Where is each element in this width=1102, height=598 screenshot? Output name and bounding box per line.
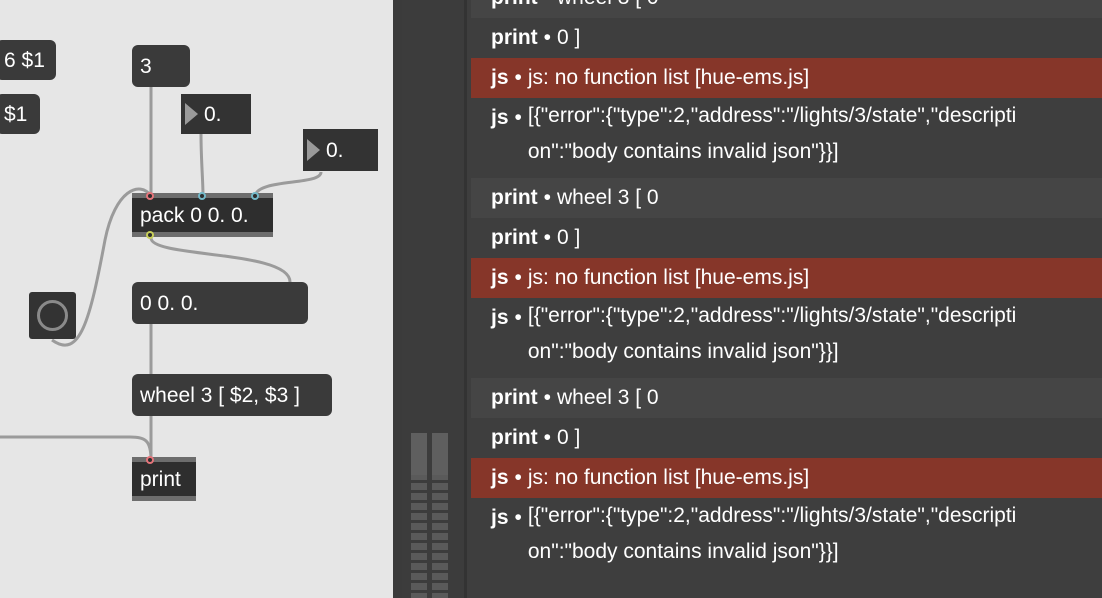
console-row[interactable]: print • wheel 3 [ 0 <box>471 0 1102 18</box>
console-separator: • <box>514 506 522 529</box>
console-row[interactable]: js • [{"error":{"type":2,"address":"/light… <box>471 298 1102 378</box>
console-error-row[interactable]: js • js: no function list [hue-ems.js] <box>471 58 1102 98</box>
message-text: $1 <box>4 102 28 126</box>
message-box-partial-1[interactable]: 6 $1 <box>0 40 56 80</box>
console-message: 0 ] <box>557 26 581 49</box>
console-message: js: no function list [hue-ems.js] <box>527 66 810 89</box>
object-text: print <box>140 467 181 491</box>
console-object-name: print <box>491 386 538 409</box>
print-inlet[interactable] <box>146 456 154 464</box>
pack-inlet-2[interactable] <box>198 192 206 200</box>
console-message: js: no function list [hue-ems.js] <box>527 266 810 289</box>
pack-inlet-3[interactable] <box>251 192 259 200</box>
message-text: 0 0. 0. <box>140 291 199 315</box>
console-error-row[interactable]: js • js: no function list [hue-ems.js] <box>471 258 1102 298</box>
console-object-name: print <box>491 186 538 209</box>
message-box-list[interactable]: 0 0. 0. <box>132 282 308 324</box>
pack-inlet-1[interactable] <box>146 192 154 200</box>
console-object-name: js <box>491 66 509 89</box>
console-object-name: print <box>491 26 538 49</box>
console-object-name: js <box>491 506 509 529</box>
cord-left-to-print <box>0 435 153 461</box>
console-separator: • <box>543 186 552 209</box>
console-row[interactable]: print • 0 ] <box>471 218 1102 258</box>
console-object-name: js <box>491 306 509 329</box>
console-separator: • <box>543 226 552 249</box>
console-row[interactable]: js • [{"error":{"type":2,"address":"/light… <box>471 498 1102 578</box>
object-text: pack 0 0. 0. <box>140 203 249 227</box>
toggle-ring-icon <box>37 300 68 331</box>
console-message: [{"error":{"type":2,"address":"/lights/3… <box>527 104 1017 163</box>
console-separator: • <box>514 106 522 129</box>
console-object-name: print <box>491 0 538 10</box>
console-separator: • <box>514 306 522 329</box>
level-meter-right <box>432 433 448 598</box>
message-box-wheel[interactable]: wheel 3 [ $2, $3 ] <box>132 374 332 416</box>
message-text: 6 $1 <box>4 48 45 72</box>
console-object-name: print <box>491 226 538 249</box>
number-value: 0. <box>326 138 344 162</box>
message-box-3[interactable]: 3 <box>132 45 190 87</box>
panel-divider[interactable] <box>393 0 402 598</box>
console-object-name: js <box>491 266 509 289</box>
console-message: [{"error":{"type":2,"address":"/lights/3… <box>527 504 1017 563</box>
console-row[interactable]: print•wheel 3 [ 0 <box>471 178 1102 218</box>
console-message: wheel 3 [ 0 <box>557 0 659 10</box>
console-message: 0 ] <box>557 426 581 449</box>
console-row[interactable]: print • 0 ] <box>471 418 1102 458</box>
console-message: wheel 3 [ 0 <box>557 386 659 409</box>
message-text: wheel 3 [ $2, $3 ] <box>140 383 300 407</box>
float-number-box-2[interactable]: 0. <box>303 129 378 171</box>
console-error-row[interactable]: js • js: no function list [hue-ems.js] <box>471 458 1102 498</box>
cord-number1-to-pack <box>199 133 205 197</box>
print-object[interactable]: print <box>132 457 196 501</box>
number-value: 0. <box>204 102 222 126</box>
console-row[interactable]: js • [{"error":{"type":2,"address":"/light… <box>471 98 1102 178</box>
level-meter-left <box>411 433 427 598</box>
console-message: wheel 3 [ 0 <box>557 186 659 209</box>
number-triangle-icon <box>185 103 198 125</box>
console-separator: • <box>544 0 551 10</box>
number-triangle-icon <box>307 139 320 161</box>
console-message: js: no function list [hue-ems.js] <box>527 466 810 489</box>
toggle[interactable] <box>29 292 76 339</box>
console-object-name: print <box>491 426 538 449</box>
patcher-canvas[interactable]: 6 $1 $1 3 0. 0. pack 0 0. 0. 0 0. 0. whe… <box>0 0 393 598</box>
console-row[interactable]: print • 0 ] <box>471 18 1102 58</box>
console-message: 0 ] <box>557 226 581 249</box>
console-object-name: js <box>491 466 509 489</box>
console-separator: • <box>543 386 552 409</box>
console-message: [{"error":{"type":2,"address":"/lights/3… <box>527 304 1017 363</box>
max-console[interactable]: print•wheel 3 [ 0print•0 ]js•js: no func… <box>464 0 1102 598</box>
cord-pack-to-list <box>149 237 292 283</box>
pack-outlet[interactable] <box>146 231 154 239</box>
console-separator: • <box>543 426 552 449</box>
console-separator: • <box>514 66 522 89</box>
console-separator: • <box>514 266 522 289</box>
float-number-box-1[interactable]: 0. <box>181 94 251 134</box>
console-separator: • <box>514 466 522 489</box>
level-meter-panel <box>402 0 464 598</box>
console-object-name: js <box>491 106 509 129</box>
message-text: 3 <box>140 54 152 78</box>
console-row[interactable]: print•wheel 3 [ 0 <box>471 378 1102 418</box>
console-separator: • <box>543 26 552 49</box>
message-box-partial-2[interactable]: $1 <box>0 94 40 134</box>
